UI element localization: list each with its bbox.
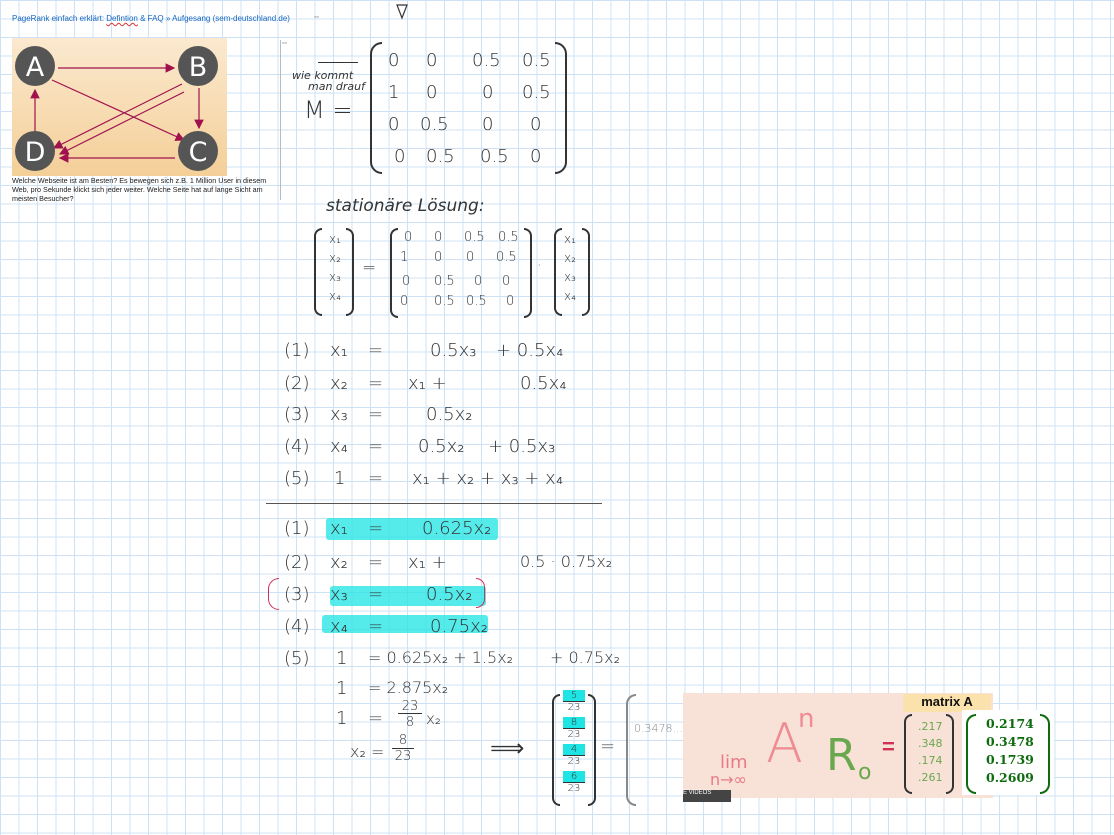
result-vec-left [966,714,976,794]
note-arrow [318,62,358,63]
node-b-label: B [189,52,208,83]
small-vec-right [946,714,954,794]
edge-b-d [52,83,183,149]
link-underlined-word: Defintion [106,14,138,23]
graph-svg: A B C D [15,46,218,171]
node-b: B [178,46,218,86]
partial-bracket [626,694,636,806]
video-bar[interactable]: E VIDEOS [683,790,731,802]
node-d-label: D [25,137,46,168]
node-d: D [15,131,55,171]
source-link[interactable]: PageRank einfach erklärt: Defintion & FA… [12,14,290,23]
stationary-title: stationäre Lösung: [326,196,485,216]
equals-sign: = [362,258,377,278]
m-cell: 0 [426,50,438,71]
multiply-dot: · [537,258,542,274]
red-left-paren [268,578,279,610]
small-vec-left [904,714,912,794]
red-right-paren [476,578,485,608]
sub-o: o [858,760,872,785]
result-value-4: 0.2609 [986,770,1034,785]
x2-den: 23 [394,749,412,764]
link-suffix: & FAQ » Aufgesang (sem-deutschland.de) [137,14,290,23]
edge-c-d-diag [58,91,185,155]
video-bar-text: E VIDEOS [683,790,712,796]
m-cell: 0.5 [480,146,509,167]
m-cell: 0 [530,146,542,167]
result-value-3: 0.1739 [986,752,1034,767]
note-label-line2: man drauf [308,80,366,93]
x2-lhs: x₂ = [350,742,385,761]
graph-caption: Welche Webseite ist am Besten? Es bewege… [12,176,267,203]
vec-x-right [346,228,354,316]
mini-label: we [314,14,320,19]
result-fractions: 5 23 8 23 4 23 6 23 [563,690,585,794]
m-cell: 0.5 [522,82,551,103]
mini-label-2: we [282,40,288,45]
implies-arrow: ⟹ [490,734,525,762]
lim-sub: n→∞ [710,770,747,789]
x2-num: 8 [392,734,414,749]
m-cell: 0 [530,114,542,135]
node-c-label: C [189,137,208,168]
vec-x2: x₁ x₂ x₃ x₄ [564,232,576,303]
m-cell: 0 [388,114,400,135]
equation-system-1: (1) x₁ = 0.5x₃ + 0.5x₄ (2) x₂ = x₁ +0.5x₄ (3) x₃… [284,340,567,489]
vec-x-left [314,228,322,316]
result-value-1: 0.2174 [986,716,1034,731]
m-cell: 0.5 [472,50,501,71]
big-r: R [826,730,857,781]
pen-cursor-icon [396,4,408,20]
m-cell: 0 [394,146,406,167]
node-a: A [15,46,55,86]
matrix-m-right-bracket [555,42,567,174]
m-cell: 1 [388,82,400,103]
result-right-bracket [588,694,596,806]
vec-x: x₁ x₂ x₃ x₄ [329,232,341,303]
matrix-m-left-bracket [370,42,382,174]
m-cell: 0 [482,82,494,103]
matrix-m-label: M = [304,96,353,124]
vec-x2-right [582,228,590,316]
m2-left [390,228,398,318]
vec-x2-left [554,228,562,316]
small-vector: .217.348.174.261 [918,720,943,784]
separator-line [266,503,602,504]
result-equals: = [600,736,616,757]
result-left-bracket [552,694,560,806]
edge-a-c [51,79,186,141]
partial-value: 0.3478... [634,722,683,735]
m-cell: 0.5 [426,146,455,167]
link-prefix: PageRank einfach erklärt: [12,14,107,23]
pagerank-graph-image: A B C D [12,38,227,176]
m-cell: 0.5 [420,114,449,135]
divider [280,40,281,200]
video-equals: = [882,734,895,759]
m-cell: 0 [426,82,438,103]
equation-system-2: (1) x₁ = 0.625x₂ (2) x₂ = x₁ +0.5 · 0.75x₂ (3)… [284,518,620,730]
note-label: wie kommt man drauf [292,70,365,92]
m2-right [524,228,532,318]
node-a-label: A [26,52,45,83]
result-vec-right [1040,714,1050,794]
node-c: C [178,131,218,171]
result-value-2: 0.3478 [986,734,1034,749]
sup-n: n [798,704,815,734]
m-cell: 0 [482,114,494,135]
m-cell: 0 [388,50,400,71]
m-cell: 0.5 [522,50,551,71]
